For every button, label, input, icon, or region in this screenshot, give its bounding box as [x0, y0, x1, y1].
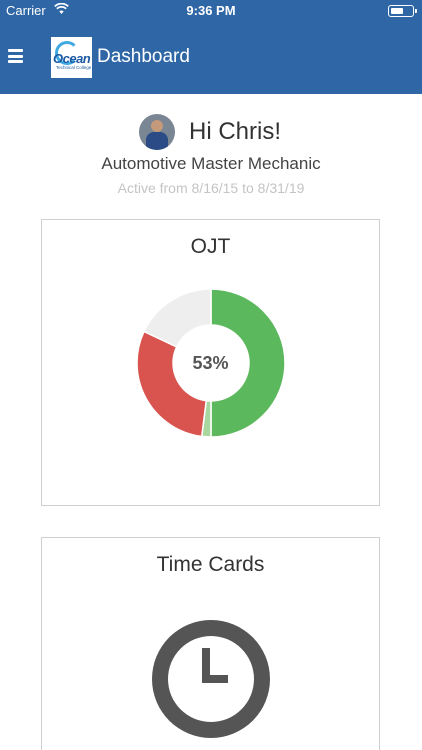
logo-subtext: Technical College	[56, 65, 92, 70]
ojt-card[interactable]: OJT 53%	[41, 219, 380, 506]
logo-wordmark: Ocean	[53, 51, 91, 66]
college-logo: Ocean Technical College	[51, 37, 92, 78]
profile-header: Hi Chris!	[0, 114, 422, 150]
program-title: Automotive Master Mechanic	[101, 154, 321, 173]
active-date-range: Active from 8/16/15 to 8/31/19	[117, 180, 305, 196]
avatar[interactable]	[139, 114, 175, 150]
ojt-card-title: OJT	[190, 235, 231, 258]
hamburger-menu-icon[interactable]	[8, 48, 24, 64]
clock-icon	[152, 620, 270, 738]
battery-icon	[388, 5, 417, 17]
donut-segment-2	[136, 330, 208, 438]
page-title: Dashboard	[97, 46, 190, 67]
status-bar: Carrier 9:36 PM	[0, 0, 422, 22]
greeting-text: Hi Chris!	[189, 118, 282, 145]
time-cards-title: Time Cards	[156, 553, 265, 576]
ojt-percent-label: 53%	[192, 353, 229, 373]
time-cards-card[interactable]: Time Cards	[41, 537, 380, 750]
app-header: Carrier 9:36 PM Ocean Technical College …	[0, 0, 422, 94]
clock-time: 9:36 PM	[186, 3, 236, 18]
